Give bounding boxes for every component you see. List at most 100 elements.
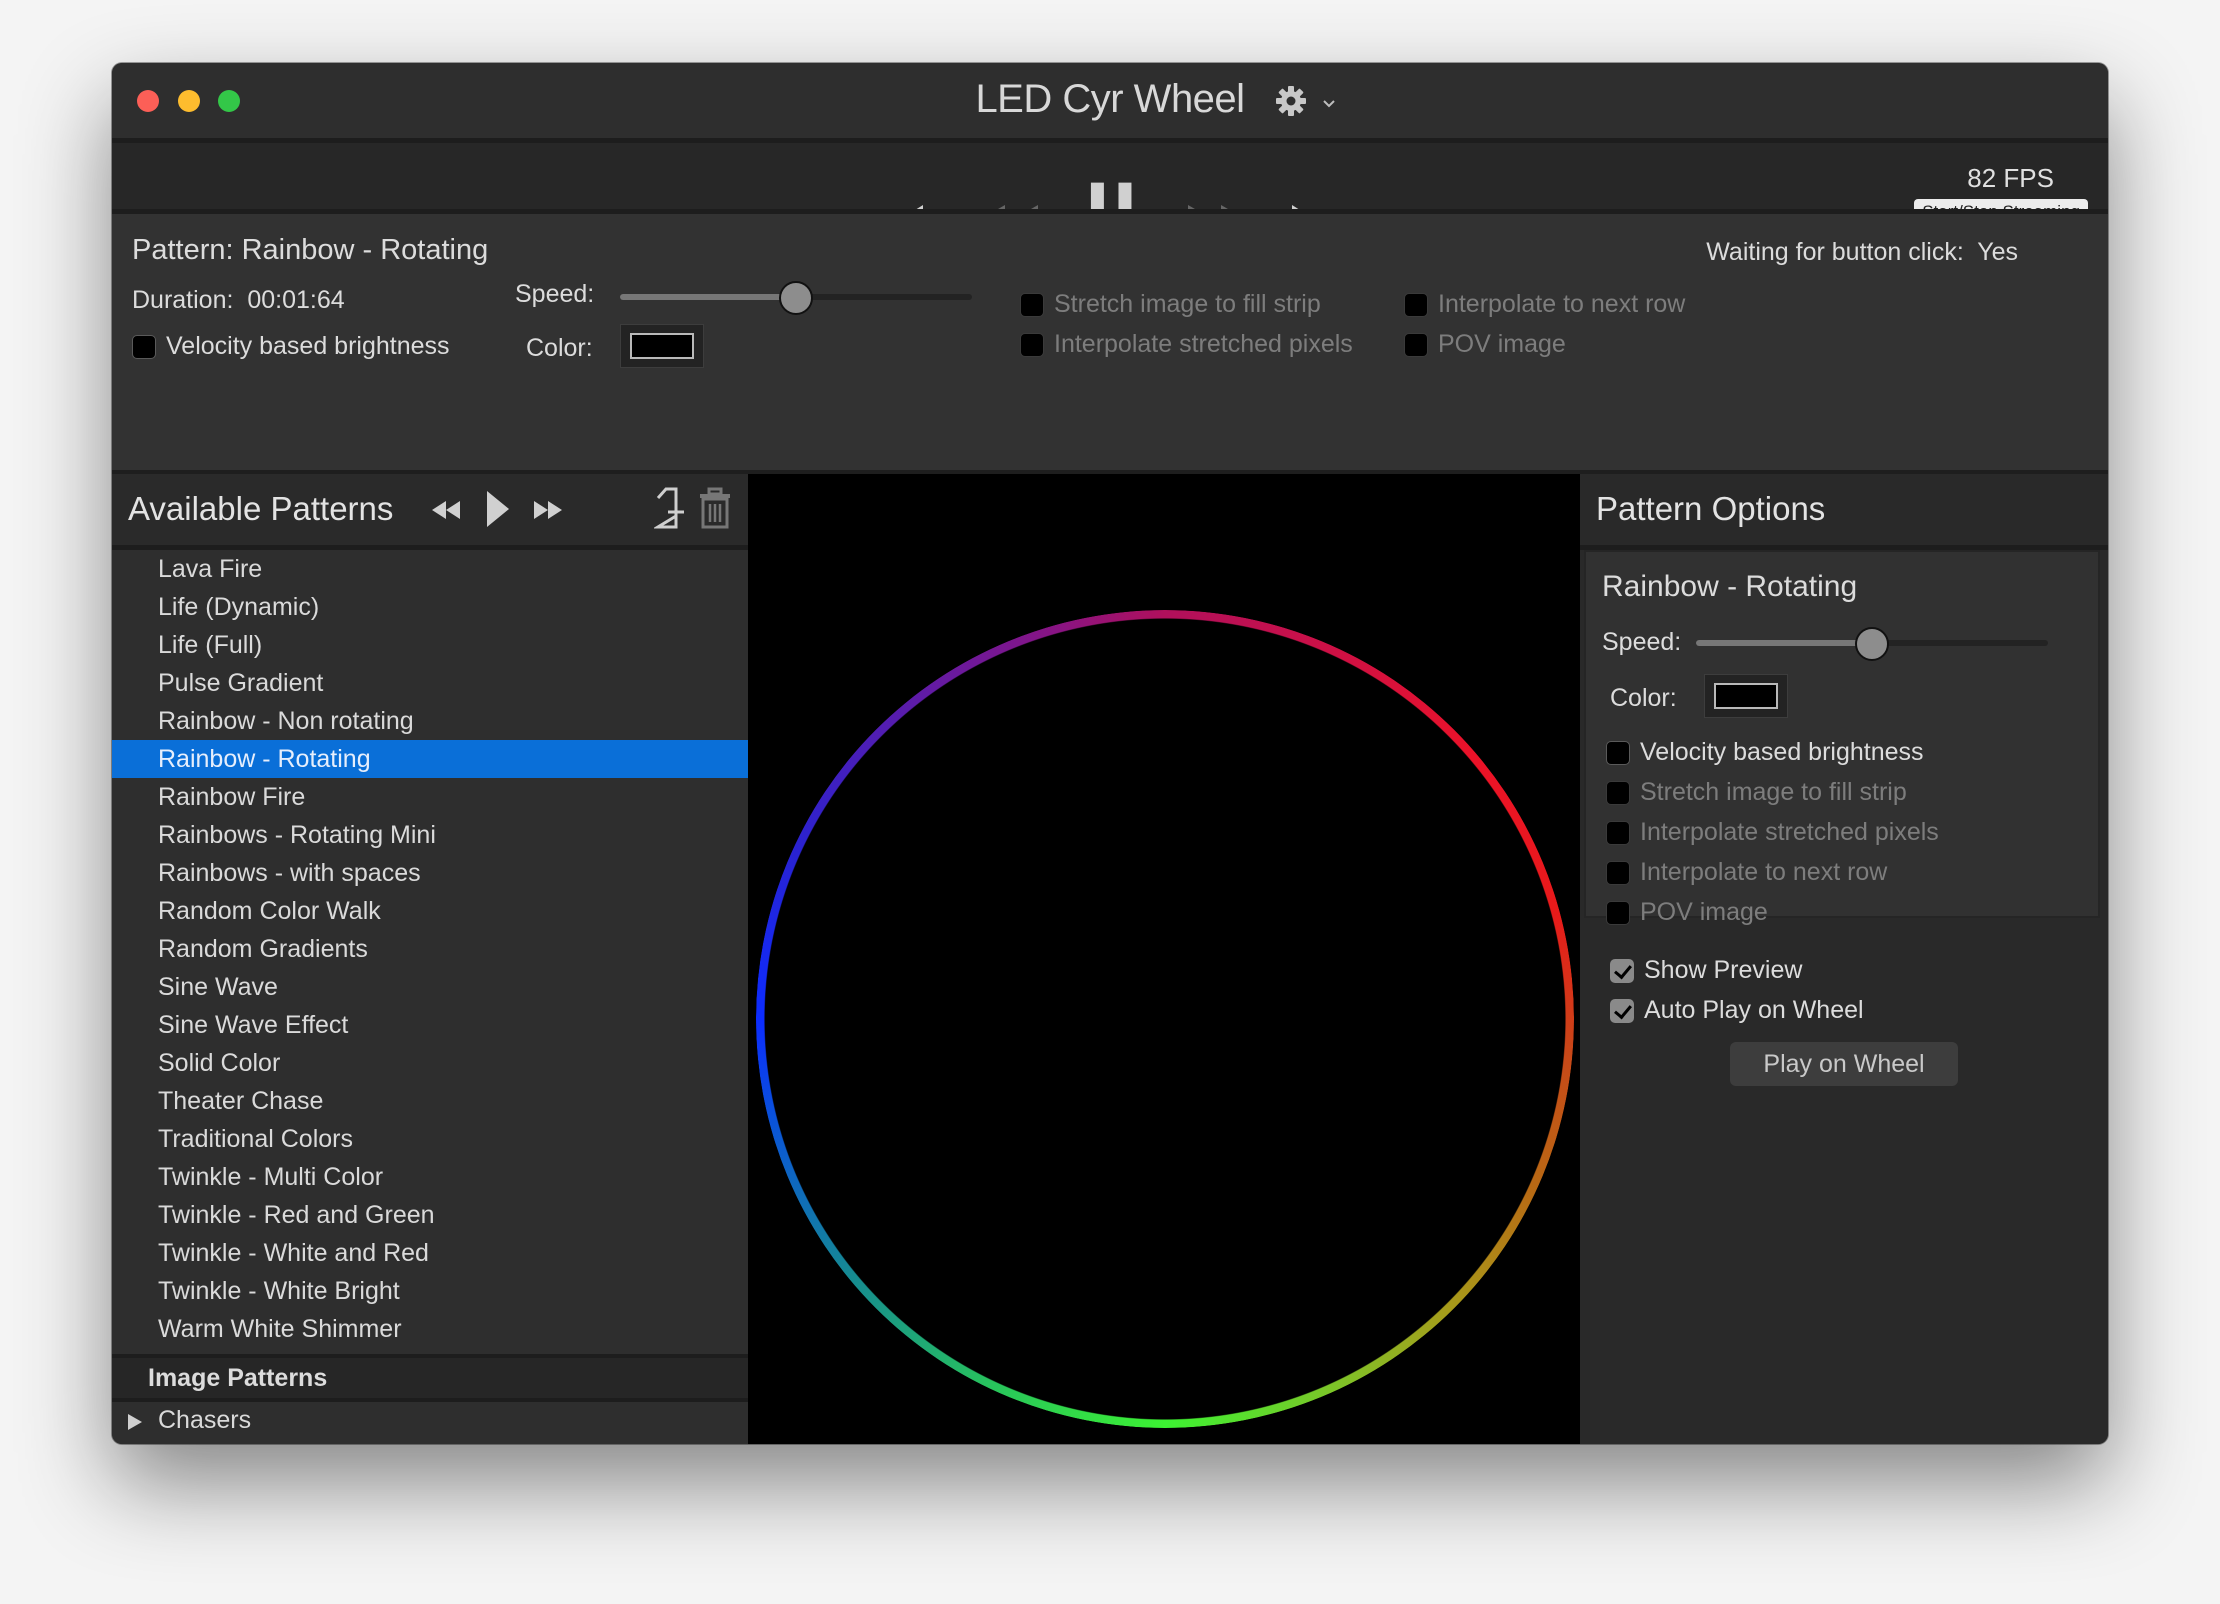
play-on-wheel-button[interactable]: Play on Wheel [1730,1042,1958,1086]
pov-image-checkbox[interactable]: POV image [1404,330,1566,359]
rewind-icon[interactable] [430,492,464,528]
velocity-brightness-checkbox[interactable]: Velocity based brightness [132,332,450,361]
folder-item-chasers[interactable]: Chasers [112,1402,748,1440]
pattern-list-item[interactable]: Twinkle - Red and Green [112,1196,748,1234]
pattern-options-title: Pattern Options [1596,490,1826,527]
checkbox-box[interactable] [1606,780,1630,805]
pattern-list-item[interactable]: Rainbow - Non rotating [112,702,748,740]
checkbox-label: Auto Play on Wheel [1644,996,1864,1024]
pattern-list-item[interactable]: Twinkle - White Bright [112,1272,748,1310]
pattern-list-item[interactable]: Random Gradients [112,930,748,968]
checkbox-label: POV image [1438,330,1566,358]
available-patterns-panel: Available Patterns Lava Fire Life (Dynam… [112,474,748,1444]
pattern-list-item[interactable]: Rainbows - with spaces [112,854,748,892]
pattern-list-item[interactable]: Solid Color [112,1044,748,1082]
speed-slider[interactable] [620,280,972,315]
auto-play-checkbox[interactable]: Auto Play on Wheel [1610,996,1864,1025]
led-preview [748,474,1580,1444]
checkbox-box[interactable] [1606,860,1630,885]
available-patterns-title: Available Patterns [128,490,394,527]
checkbox-box[interactable] [1404,332,1428,357]
checkbox-box[interactable] [1020,332,1044,357]
folder-label: Chasers [158,1406,252,1434]
pattern-list: Lava Fire Life (Dynamic) Life (Full) Pulse … [112,550,748,1348]
checkbox-label: Interpolate stretched pixels [1054,330,1353,358]
title-bar: LED Cyr Wheel [112,63,2108,138]
pattern-options-box: Rainbow - Rotating Speed: Color: Velocit… [1584,550,2100,926]
rainbow-ring [756,610,1574,1428]
pattern-option-checkbox[interactable]: Stretch image to fill strip [1606,778,1907,807]
current-pattern-details: Pattern: Rainbow - Rotating Duration: 00… [112,214,2108,470]
slider-fill [620,294,796,300]
pattern-list-item[interactable]: Rainbow - Rotating [112,740,748,778]
pattern-option-checkbox[interactable]: Interpolate to next row [1606,858,1887,887]
pattern-option-checkbox[interactable]: POV image [1606,898,1768,927]
waiting-for-click-status: Waiting for button click: Yes [1706,238,2018,266]
interpolate-stretched-checkbox[interactable]: Interpolate stretched pixels [1020,330,1353,359]
pattern-list-item[interactable]: Twinkle - White and Red [112,1234,748,1272]
chevron-down-icon[interactable] [1322,99,1336,109]
checkbox-box[interactable] [1020,292,1044,317]
show-preview-checkbox[interactable]: Show Preview [1610,956,1802,985]
color-well[interactable] [1704,674,1788,718]
pattern-list-item[interactable]: Life (Dynamic) [112,588,748,626]
speed-slider[interactable] [1696,626,2048,661]
color-well[interactable] [620,324,704,368]
slider-fill [1696,640,1872,646]
slider-thumb[interactable] [779,281,813,315]
pattern-list-item[interactable]: Sine Wave Effect [112,1006,748,1044]
pattern-list-item[interactable]: Twinkle - Multi Color [112,1158,748,1196]
available-patterns-header: Available Patterns [112,474,748,545]
app-window: LED Cyr Wheel 82 FPS Pattern: Rainbow - … [112,63,2108,1444]
checkbox-box[interactable] [1606,900,1630,925]
speed-label: Speed: [1602,628,1682,656]
stretch-image-checkbox[interactable]: Stretch image to fill strip [1020,290,1321,319]
pattern-list-item[interactable]: Random Color Walk [112,892,748,930]
new-document-icon[interactable] [654,486,686,530]
window-title: LED Cyr Wheel [112,77,2108,122]
checkbox-label: Stretch image to fill strip [1054,290,1321,318]
checkbox-label: Velocity based brightness [1640,738,1924,766]
disclosure-triangle-icon[interactable] [128,1414,142,1430]
window-title-text: LED Cyr Wheel [975,77,1245,121]
checkbox-box[interactable] [1610,998,1634,1023]
speed-label: Speed: [515,280,595,308]
pattern-list-item[interactable]: Theater Chase [112,1082,748,1120]
checkbox-label: Interpolate stretched pixels [1640,818,1939,846]
pattern-option-checkbox[interactable]: Velocity based brightness [1606,738,1924,767]
gear-icon[interactable] [1275,85,1307,117]
pattern-list-item[interactable]: Sine Wave [112,968,748,1006]
interpolate-next-row-checkbox[interactable]: Interpolate to next row [1404,290,1685,319]
play-icon[interactable] [484,486,512,532]
fps-readout: 82 FPS [1967,163,2054,193]
color-label: Color: [1610,684,1677,712]
folder-item-chasing[interactable]: Chasing [112,1440,748,1444]
pattern-list-item[interactable]: Pulse Gradient [112,664,748,702]
checkbox-box[interactable] [1606,820,1630,845]
pattern-list-item[interactable]: Rainbows - Rotating Mini [112,816,748,854]
slider-thumb[interactable] [1855,627,1889,661]
checkbox-box[interactable] [1404,292,1428,317]
checkbox-label: Velocity based brightness [166,332,450,360]
pattern-list-item[interactable]: Rainbow Fire [112,778,748,816]
pattern-option-checkbox[interactable]: Interpolate stretched pixels [1606,818,1939,847]
image-patterns-group-header: Image Patterns [112,1358,748,1398]
checkbox-label: Interpolate to next row [1438,290,1686,318]
checkbox-label: Interpolate to next row [1640,858,1888,886]
checkbox-box[interactable] [1606,740,1630,765]
color-swatch [1714,683,1778,709]
pattern-name-label: Pattern: Rainbow - Rotating [132,234,489,266]
checkbox-box[interactable] [132,334,156,359]
pattern-list-item[interactable]: Traditional Colors [112,1120,748,1158]
trash-icon [700,487,730,529]
checkbox-label: Show Preview [1644,956,1803,984]
color-label: Color: [526,334,593,362]
pattern-list-item[interactable]: Warm White Shimmer [112,1310,748,1348]
pattern-options-panel: Pattern Options Rainbow - Rotating Speed… [1580,474,2108,1444]
checkbox-label: Stretch image to fill strip [1640,778,1907,806]
pattern-name: Rainbow - Rotating [1602,570,1858,603]
pattern-list-item[interactable]: Life (Full) [112,626,748,664]
pattern-list-item[interactable]: Lava Fire [112,550,748,588]
checkbox-box[interactable] [1610,958,1634,983]
fast-forward-icon[interactable] [532,492,566,528]
